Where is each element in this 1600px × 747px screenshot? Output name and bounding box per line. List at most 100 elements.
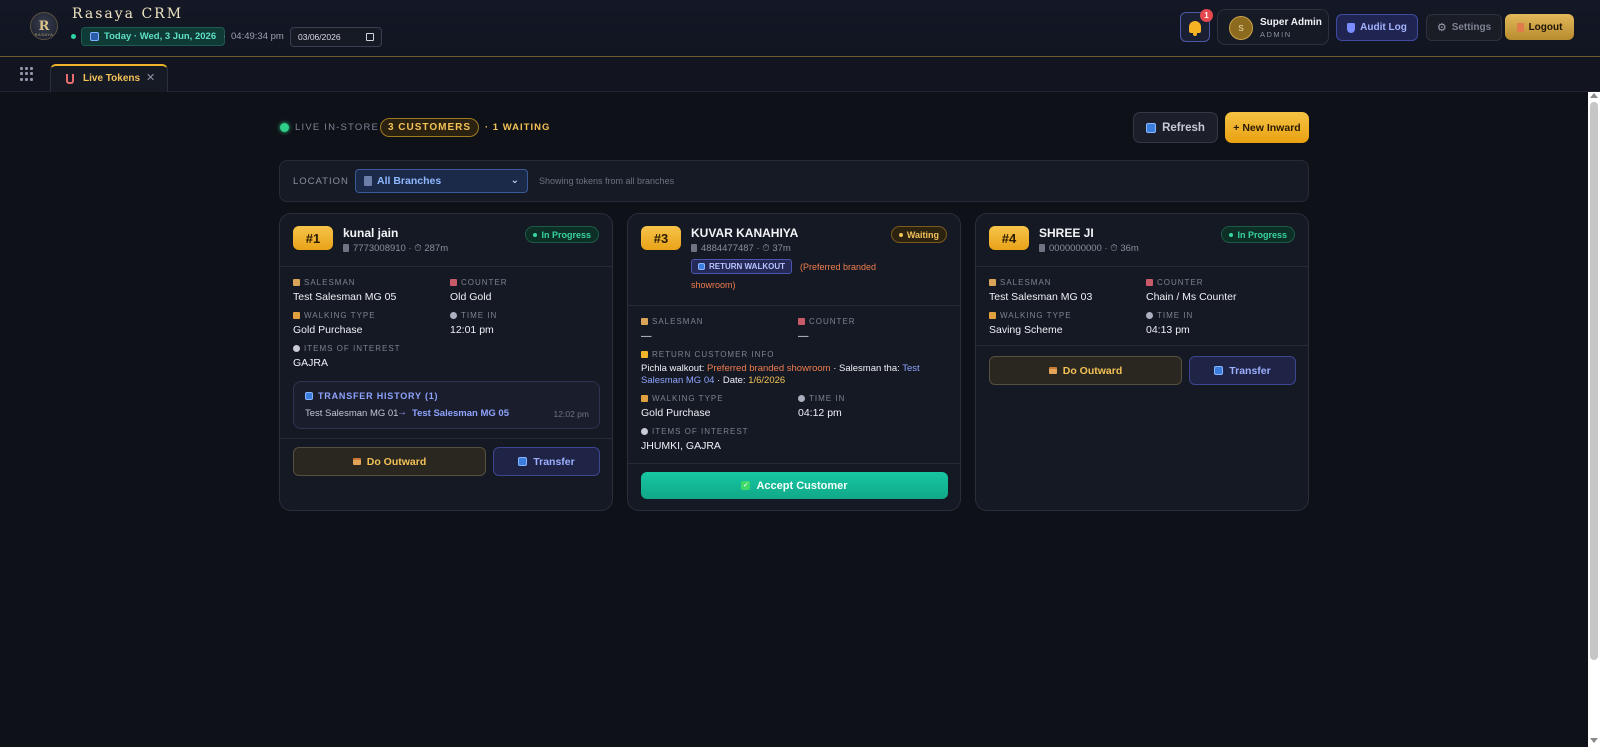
do-outward-button[interactable]: Do Outward [989,356,1182,385]
ring-icon [293,345,300,352]
salesman-label: SALESMAN [293,278,356,287]
customer-name: SHREE JI [1039,226,1094,240]
transfer-button[interactable]: Transfer [493,447,600,476]
divider [280,438,612,439]
token-number: #3 [641,226,681,250]
building-icon [364,176,372,186]
transfer-time: 12:02 pm [553,409,589,419]
customer-phone: 7773008910 [353,243,406,254]
time-in-label: TIME IN [450,311,497,320]
divider [628,463,960,464]
branch-selected: All Branches [377,175,442,187]
time-in-label: TIME IN [1146,311,1193,320]
clock-icon [450,312,457,319]
token-card: #3 KUVAR KANAHIYA 4884477487 · ⏱ 37m Wai… [627,213,961,511]
new-inward-button[interactable]: + New Inward [1225,112,1309,143]
salesman-value: — [641,330,652,342]
return-info-label: RETURN CUSTOMER INFO [641,350,775,359]
token-number: #4 [989,226,1029,250]
customer-name: KUVAR KANAHIYA [691,226,799,240]
tab-label: Live Tokens [83,73,141,84]
token-card: #1 kunal jain 7773008910 · ⏱ 287m In Pro… [279,213,613,511]
notification-count-badge: 1 [1200,9,1213,22]
scroll-up-arrow-icon[interactable] [1590,93,1598,98]
chevron-down-icon: ⌄ [510,175,519,186]
status-dot-icon [1229,232,1234,237]
time-in-value: 12:01 pm [450,324,494,336]
items-label: ITEMS OF INTEREST [293,344,401,353]
user-role: ADMIN [1260,30,1292,39]
items-value: GAJRA [293,357,329,369]
walking-type-label: WALKING TYPE [641,394,724,403]
do-outward-label: Do Outward [1062,364,1123,377]
status-badge: In Progress [1221,226,1295,243]
customer-name: kunal jain [343,226,399,240]
counter-value: Chain / Ms Counter [1146,291,1237,303]
items-value: JHUMKI, GAJRA [641,440,721,452]
do-outward-button[interactable]: Do Outward [293,447,486,476]
walking-icon [293,312,300,319]
transfer-label: Transfer [1229,364,1271,377]
elapsed-time: 287m [424,243,449,254]
status-dot-icon [898,232,903,237]
avatar: S [1229,16,1253,40]
walking-type-label: WALKING TYPE [293,311,376,320]
counter-label: COUNTER [1146,278,1204,287]
location-label: LOCATION [293,176,349,187]
counter-label: COUNTER [798,317,856,326]
transfer-icon [1214,366,1224,375]
location-hint: Showing tokens from all branches [539,176,675,186]
customer-meta: 0000000000 · ⏱ 36m [1039,243,1139,254]
settings-button[interactable]: ⚙ Settings [1426,14,1502,41]
divider [976,266,1308,267]
walking-icon [641,395,648,402]
clock-icon [798,395,805,402]
apps-grid-icon[interactable] [20,67,34,81]
transfer-button[interactable]: Transfer [1189,356,1296,385]
return-note: (Preferred branded [800,262,877,272]
date-input[interactable]: 03/06/2026 [290,27,382,47]
return-badge-label: RETURN WALKOUT [709,262,785,271]
scrollbar-thumb[interactable] [1590,102,1598,660]
salesman-label: SALESMAN [989,278,1052,287]
salesman-value: Test Salesman MG 03 [989,291,1093,303]
person-icon [293,279,300,286]
calendar-picker-icon[interactable] [366,33,374,41]
refresh-button[interactable]: Refresh [1133,112,1218,143]
counter-icon [798,318,805,325]
logo-subtext: RASAYA [34,32,54,37]
accept-customer-button[interactable]: ✓ Accept Customer [641,472,948,499]
arrow-right-icon: → [397,407,407,418]
scroll-down-arrow-icon[interactable] [1590,738,1598,743]
gear-icon: ⚙ [1436,22,1447,34]
today-chip: Today · Wed, 3 Jun, 2026 [81,27,226,46]
status-dot-icon [533,232,538,237]
walking-type-label: WALKING TYPE [989,311,1072,320]
status-badge: In Progress [525,226,599,243]
return-info-text: Pichla walkout: Preferred branded showro… [641,363,920,386]
person-icon [989,279,996,286]
walking-type-value: Gold Purchase [641,407,711,419]
token-number: #1 [293,226,333,250]
walking-type-value: Saving Scheme [989,324,1063,336]
transfer-history-title: TRANSFER HISTORY (1) [305,391,438,401]
logout-button[interactable]: Logout [1505,14,1574,40]
calendar-icon [90,32,99,41]
transfer-from: Test Salesman MG 01 [305,408,399,419]
audit-log-button[interactable]: Audit Log [1336,14,1418,41]
counter-value: Old Gold [450,291,492,303]
divider [628,305,960,306]
outbox-icon [1048,367,1057,374]
return-icon [698,263,705,270]
transfer-history: TRANSFER HISTORY (1) Test Salesman MG 01… [293,381,600,429]
customer-phone: 0000000000 [1049,243,1102,254]
refresh-icon [1146,122,1157,133]
close-icon[interactable]: ✕ [146,71,155,84]
tab-bar [0,57,1600,92]
tab-live-tokens[interactable]: Live Tokens ✕ [50,64,168,92]
salesman-value: Test Salesman MG 05 [293,291,397,303]
elapsed-time: 36m [1120,243,1139,254]
user-menu[interactable]: S Super Admin ADMIN [1217,9,1329,45]
logout-label: Logout [1528,21,1563,33]
branch-select[interactable]: All Branches ⌄ [355,169,528,193]
